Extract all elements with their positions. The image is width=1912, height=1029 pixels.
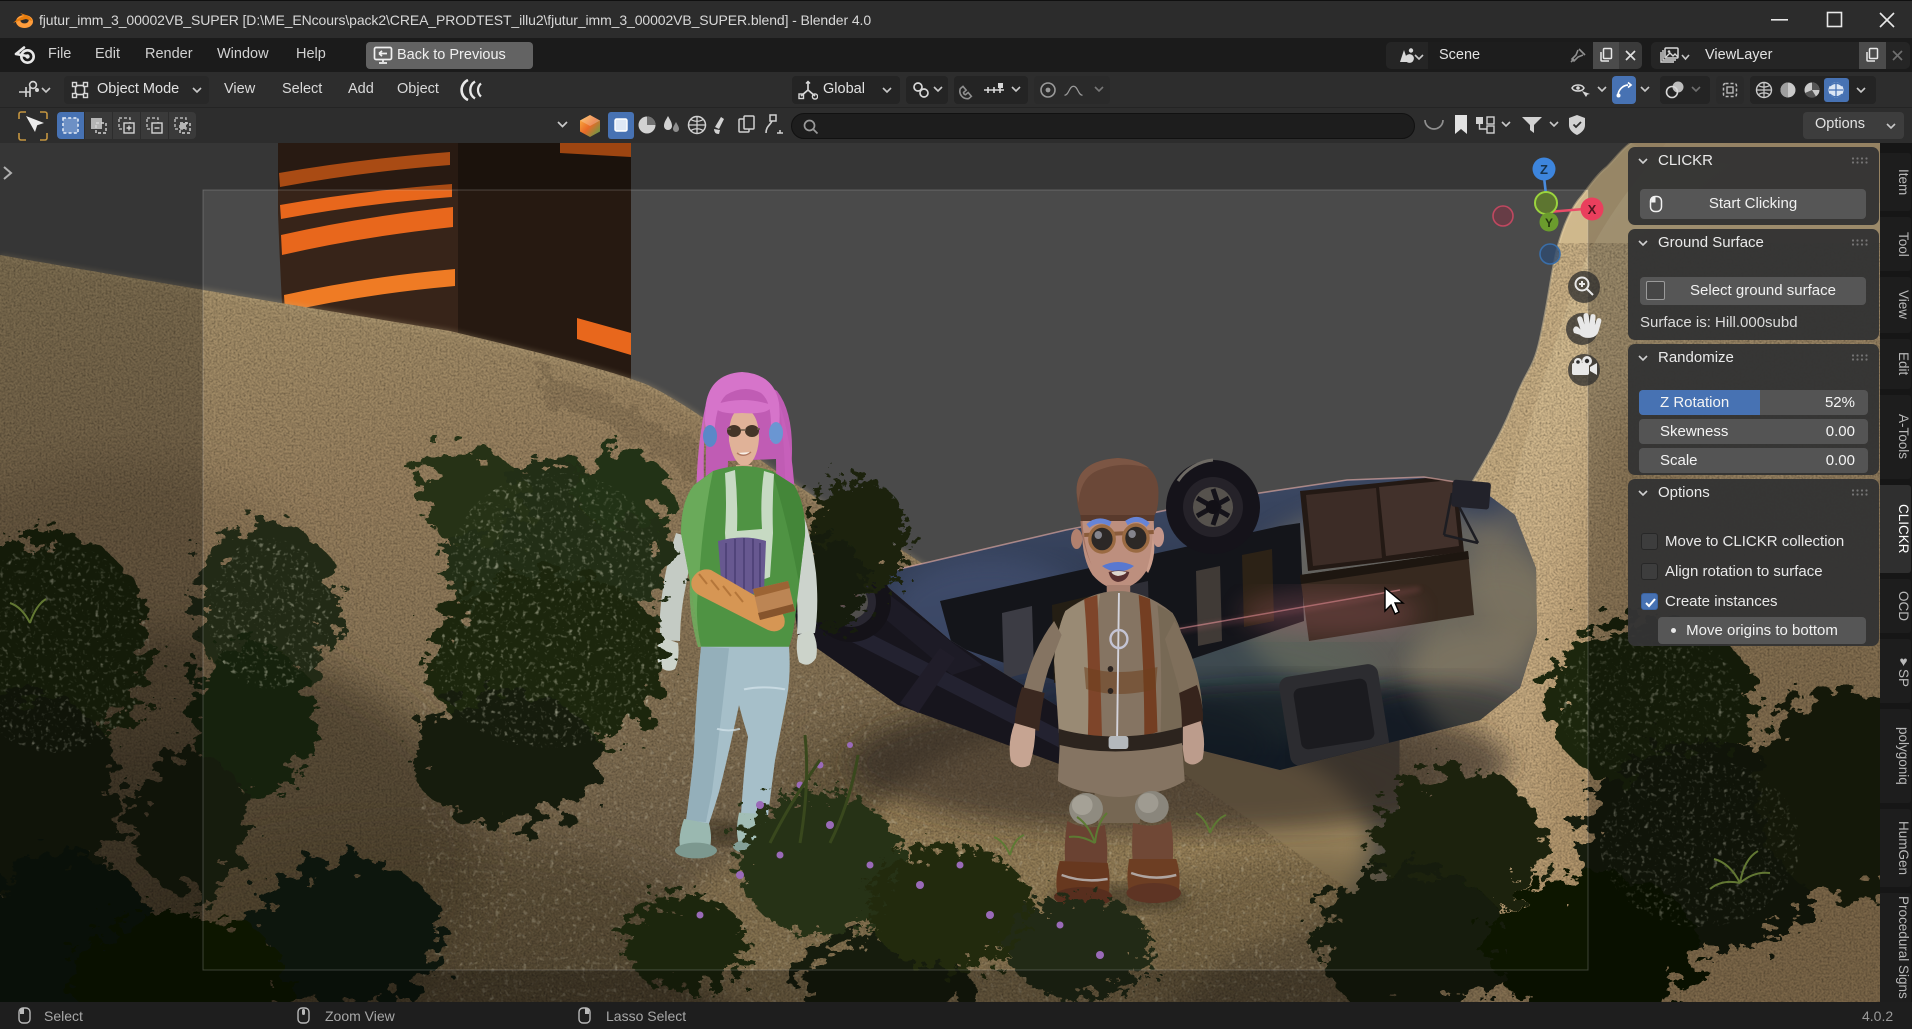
svg-text:Z: Z	[1540, 162, 1548, 177]
svg-text:X: X	[1588, 202, 1597, 217]
svg-text:Y: Y	[1545, 216, 1553, 230]
